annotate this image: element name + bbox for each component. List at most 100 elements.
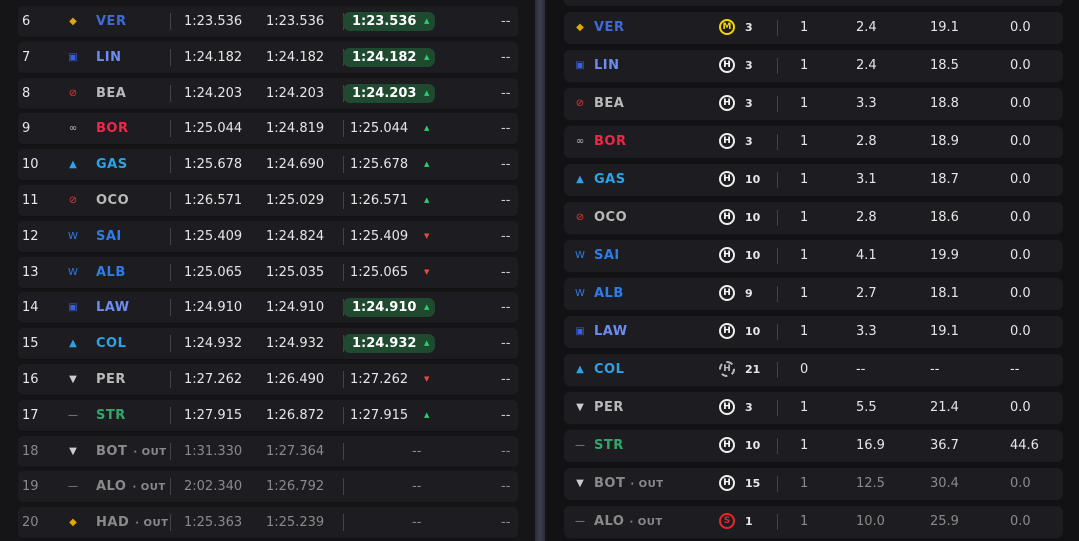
gap-value-3: 0.0 [1010, 514, 1031, 529]
current-lap-time: -- [412, 443, 422, 459]
driver-code-text: BOR [96, 121, 129, 137]
gap-value-1: 10.0 [856, 514, 885, 529]
best-lap-time: 1:26.872 [266, 407, 325, 423]
column-separator [343, 371, 344, 388]
column-separator [170, 13, 171, 30]
pit-stops: 1 [800, 134, 809, 149]
position-number: 8 [22, 85, 31, 101]
timing-row[interactable]: 13 W ALB 1:25.065 1:25.035 1:25.065 ▼ -- [18, 256, 518, 289]
last-lap-time: 1:27.915 [184, 407, 243, 423]
tyre-compound-icon: H [719, 475, 735, 491]
timing-row[interactable]: 16 ▼ PER 1:27.262 1:26.490 1:27.262 ▼ -- [18, 364, 518, 396]
timing-row[interactable]: 14 ▣ LAW 1:24.910 1:24.910 1:24.910 ▲ -- [18, 292, 518, 325]
pit-stops: 1 [800, 400, 809, 415]
driver-code: COL [594, 354, 624, 386]
position-number: 10 [22, 157, 39, 173]
position-number: 20 [22, 515, 39, 531]
tyre-age: 3 [745, 135, 753, 148]
stint-row[interactable]: ▣ LAW H 10 1 3.3 19.1 0.0 [564, 316, 1063, 348]
stint-row[interactable]: ▲ GAS H 10 1 3.1 18.7 0.0 [564, 164, 1063, 196]
driver-code: VER [96, 6, 126, 37]
current-lap-time: 1:25.409 [350, 228, 409, 244]
driver-code: ALB [594, 278, 624, 310]
stint-row[interactable]: — STR H 10 1 16.9 36.7 44.6 [564, 430, 1063, 462]
column-separator [777, 210, 778, 226]
stint-row[interactable]: W ALB H 9 1 2.7 18.1 0.0 [564, 278, 1063, 310]
column-separator [343, 442, 344, 460]
driver-code-text: STR [96, 407, 126, 423]
timing-row[interactable]: 6 ◆ VER 1:23.536 1:23.536 1:23.536 ▲ -- [18, 6, 518, 38]
timing-row[interactable]: 15 ▲ COL 1:24.932 1:24.932 1:24.932 ▲ -- [18, 328, 518, 361]
best-lap-time: 1:26.792 [266, 479, 325, 495]
gap-value-3: 0.0 [1010, 20, 1031, 35]
column-separator [170, 335, 171, 353]
timing-row[interactable]: 18 ▼ BOT · OUT 1:31.330 1:27.364 -- -- [18, 435, 518, 468]
gap-value-1: 3.3 [856, 96, 877, 111]
last-lap-time: 1:24.203 [184, 85, 243, 101]
gap-value-3: -- [1010, 362, 1020, 377]
stint-row[interactable]: — ALO · OUT S 1 1 10.0 25.9 0.0 [564, 506, 1063, 538]
pit-stops: 1 [800, 324, 809, 339]
timing-row[interactable]: 20 ◆ HAD · OUT 1:25.363 1:25.239 -- -- [18, 507, 518, 540]
driver-code: SAI [594, 240, 620, 272]
trend-up-icon: ▲ [424, 124, 430, 133]
out-tag: · OUT [133, 446, 167, 458]
best-lap-time: 1:25.035 [266, 264, 325, 280]
column-separator [170, 120, 171, 138]
current-lap-time: 1:27.262 [350, 372, 409, 387]
current-lap-time: 1:24.910 [352, 300, 417, 316]
stint-row[interactable]: ⊘ BEA H 3 1 3.3 18.8 0.0 [564, 88, 1063, 120]
out-tag: · OUT [629, 517, 663, 528]
alpine-icon: ▲ [69, 159, 77, 171]
current-lap-time: 1:26.571 [350, 193, 409, 208]
stint-row[interactable]: ◆ VER M 3 1 2.4 19.1 0.0 [564, 12, 1063, 44]
current-lap-time: 1:25.678 [350, 157, 409, 173]
tyre-compound-icon: H [719, 437, 735, 453]
astonmartin-icon: — [68, 409, 78, 421]
best-lap-time: 1:25.029 [266, 193, 325, 208]
last-lap-time: 1:25.065 [184, 264, 243, 280]
current-lap-time: 1:24.932 [352, 336, 417, 352]
timing-row[interactable]: 8 ⊘ BEA 1:24.203 1:24.203 1:24.203 ▲ -- [18, 77, 518, 110]
timing-row[interactable]: 19 — ALO · OUT 2:02.340 1:26.792 -- -- [18, 471, 518, 504]
timing-row[interactable]: 10 ▲ GAS 1:25.678 1:24.690 1:25.678 ▲ -- [18, 149, 518, 182]
driver-code-text: LIN [594, 58, 620, 73]
stint-row[interactable]: ▼ PER H 3 1 5.5 21.4 0.0 [564, 392, 1063, 424]
tyre-age: 15 [745, 477, 761, 490]
column-separator [777, 58, 778, 74]
driver-code-text: LAW [96, 300, 130, 316]
stint-row[interactable]: ▣ LIN H 3 1 2.4 18.5 0.0 [564, 50, 1063, 82]
panel-divider[interactable] [535, 0, 545, 541]
column-separator [170, 371, 171, 388]
alpine-icon: ▲ [576, 364, 584, 375]
driver-code-text: ALO [594, 514, 625, 529]
gap-value-1: 16.9 [856, 438, 885, 453]
tyre-age: 3 [745, 97, 753, 110]
last-lap-time: 1:23.536 [184, 14, 243, 29]
column-separator [170, 514, 171, 532]
timing-row[interactable]: 11 ⊘ OCO 1:26.571 1:25.029 1:26.571 ▲ -- [18, 185, 518, 217]
trend-up-icon: ▲ [424, 339, 430, 348]
driver-code: BOT · OUT [96, 436, 167, 468]
timing-row[interactable]: 17 — STR 1:27.915 1:26.872 1:27.915 ▲ -- [18, 399, 518, 432]
best-lap-time: 1:24.203 [266, 85, 325, 101]
driver-code-text: BEA [96, 85, 127, 101]
timing-row[interactable]: 7 ▣ LIN 1:24.182 1:24.182 1:24.182 ▲ -- [18, 41, 518, 74]
stint-row[interactable]: ▼ BOT · OUT H 15 1 12.5 30.4 0.0 [564, 468, 1063, 500]
column-separator [777, 134, 778, 150]
stint-row[interactable]: W SAI H 10 1 4.1 19.9 0.0 [564, 240, 1063, 272]
gap-value-2: 18.6 [930, 210, 959, 225]
gap-value: -- [501, 121, 511, 137]
gap-value: -- [501, 515, 511, 531]
timing-row[interactable]: 12 W SAI 1:25.409 1:24.824 1:25.409 ▼ -- [18, 220, 518, 253]
stint-row[interactable]: ⊘ OCO H 10 1 2.8 18.6 0.0 [564, 202, 1063, 234]
driver-code: LAW [96, 292, 130, 323]
timing-row[interactable]: 9 ∞ BOR 1:25.044 1:24.819 1:25.044 ▲ -- [18, 113, 518, 146]
column-separator [343, 263, 344, 281]
position-number: 17 [22, 407, 39, 423]
column-separator [777, 438, 778, 454]
tyre-compound-icon: S [719, 513, 735, 529]
stint-row[interactable]: ▲ COL H 21 0 -- -- -- [564, 354, 1063, 386]
stint-row[interactable]: ∞ BOR H 3 1 2.8 18.9 0.0 [564, 126, 1063, 158]
gap-value: -- [501, 443, 511, 459]
